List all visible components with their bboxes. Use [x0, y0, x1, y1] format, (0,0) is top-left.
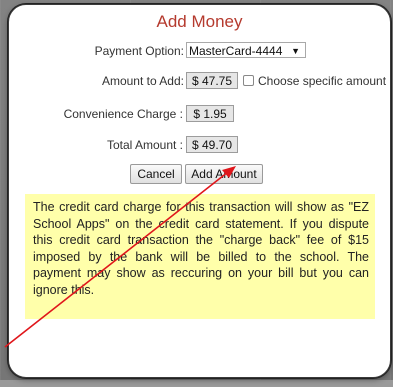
choose-specific-amount-checkbox[interactable] — [243, 75, 254, 86]
choose-specific-amount-label[interactable]: Choose specific amount — [258, 72, 386, 90]
credit-card-notice: The credit card charge for this transact… — [25, 194, 375, 319]
total-value: $ 49.70 — [186, 136, 238, 153]
dialog-title: Add Money — [156, 12, 243, 31]
payment-option-value: MasterCard-4444 — [189, 44, 283, 58]
add-amount-button[interactable]: Add Amount — [185, 164, 263, 184]
cancel-button[interactable]: Cancel — [130, 164, 182, 184]
amount-value: $ 47.75 — [186, 72, 238, 89]
amount-label: Amount to Add: — [101, 74, 184, 88]
amount-row: Amount to Add: $ 47.75 Choose specific a… — [9, 72, 392, 90]
convenience-label: Convenience Charge : — [63, 107, 183, 121]
total-label: Total Amount : — [106, 138, 183, 152]
convenience-value: $ 1.95 — [186, 105, 234, 122]
payment-option-label: Payment Option: — [94, 44, 184, 58]
add-money-dialog: Add Money Payment Option: MasterCard-444… — [8, 4, 391, 378]
background-strip — [0, 380, 393, 387]
total-row: Total Amount : $ 49.70 — [9, 136, 392, 154]
caret-down-icon: ▼ — [291, 46, 300, 56]
convenience-row: Convenience Charge : $ 1.95 — [9, 105, 392, 123]
payment-option-select[interactable]: MasterCard-4444 ▼ — [186, 42, 306, 58]
payment-option-row: Payment Option: MasterCard-4444 ▼ — [9, 42, 392, 60]
